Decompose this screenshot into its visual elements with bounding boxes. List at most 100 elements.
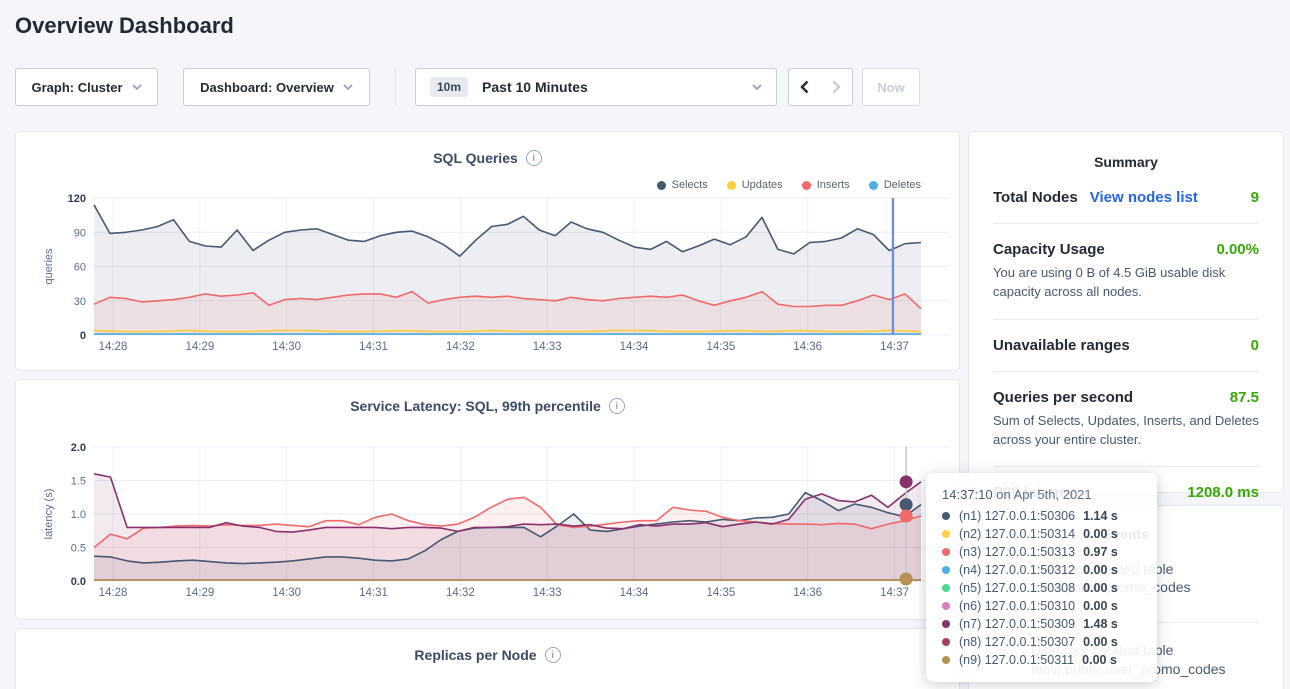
queries-per-second-desc: Sum of Selects, Updates, Inserts, and De…	[993, 406, 1259, 450]
unavailable-ranges-value: 0	[1251, 337, 1259, 354]
svg-text:0.5: 0.5	[71, 543, 86, 555]
dashboard-dropdown-label: Dashboard: Overview	[200, 80, 334, 95]
summary-panel: Summary Total Nodes View nodes list 9 Ca…	[968, 131, 1284, 493]
time-next-button[interactable]	[820, 68, 853, 106]
sql-queries-chart[interactable]: 030609012014:2814:2914:3014:3114:3214:33…	[16, 190, 961, 365]
svg-text:14:32: 14:32	[446, 587, 475, 599]
tooltip-node-row: (n5) 127.0.0.1:50308 0.00 s	[942, 579, 1141, 597]
tooltip-timestamp: 14:37:10 on Apr 5th, 2021	[942, 487, 1141, 507]
time-range-dropdown[interactable]: 10m Past 10 Minutes	[415, 68, 777, 106]
chevron-down-icon	[752, 84, 762, 90]
now-button[interactable]: Now	[862, 68, 920, 106]
tooltip-node-row: (n9) 127.0.0.1:50311 0.00 s	[942, 651, 1141, 669]
node-address: (n7) 127.0.0.1:50309	[959, 617, 1075, 631]
svg-text:14:28: 14:28	[99, 587, 128, 599]
view-nodes-list-link[interactable]: View nodes list	[1090, 189, 1198, 206]
node-address: (n9) 127.0.0.1:50311	[959, 653, 1074, 667]
series-color-dot	[942, 638, 950, 646]
node-address: (n2) 127.0.0.1:50314	[959, 527, 1075, 541]
time-range-badge: 10m	[430, 77, 468, 97]
tooltip-node-row: (n7) 127.0.0.1:503091.48 s	[942, 615, 1141, 633]
node-latency-value: 0.00 s	[1082, 653, 1117, 667]
svg-text:14:34: 14:34	[620, 587, 649, 599]
svg-text:latency (s): latency (s)	[43, 489, 55, 540]
tooltip-node-row: (n3) 127.0.0.1:50313 0.97 s	[942, 543, 1141, 561]
legend-dot	[869, 181, 878, 190]
svg-text:14:30: 14:30	[272, 341, 301, 353]
node-latency-value: 0.00 s	[1083, 635, 1118, 649]
node-latency-value: 0.00 s	[1083, 581, 1118, 595]
legend-dot	[657, 181, 666, 190]
svg-text:0.0: 0.0	[71, 576, 86, 588]
service-latency-chart[interactable]: 0.0 0.5 1.0 1.5 2.0 14:28 14:29 14:30 14:31 14:32…	[16, 435, 961, 615]
chevron-down-icon	[343, 84, 353, 90]
graph-scope-dropdown[interactable]: Graph: Cluster	[15, 68, 158, 106]
tooltip-node-row: (n6) 127.0.0.1:503100.00 s	[942, 597, 1141, 615]
sql-queries-panel: SQL Queries i SelectsUpdatesInsertsDelet…	[15, 131, 960, 371]
service-latency-title: Service Latency: SQL, 99th percentile	[350, 398, 601, 414]
legend-dot	[802, 181, 811, 190]
svg-text:120: 120	[68, 193, 86, 205]
svg-text:14:36: 14:36	[793, 587, 822, 599]
tooltip-node-row: (n4) 127.0.0.1:503120.00 s	[942, 561, 1141, 579]
time-prev-button[interactable]	[788, 68, 821, 106]
svg-text:60: 60	[74, 262, 86, 274]
node-address: (n6) 127.0.0.1:50310	[959, 599, 1075, 613]
series-color-dot	[942, 584, 950, 592]
svg-text:14:33: 14:33	[533, 341, 562, 353]
capacity-usage-label: Capacity Usage	[993, 241, 1105, 258]
svg-text:0: 0	[80, 330, 86, 342]
node-address: (n8) 127.0.0.1:50307	[959, 635, 1075, 649]
svg-text:queries: queries	[43, 248, 55, 285]
info-icon[interactable]: i	[609, 398, 625, 414]
time-range-label: Past 10 Minutes	[482, 79, 588, 95]
svg-text:2.0: 2.0	[71, 442, 86, 454]
unavailable-ranges-label: Unavailable ranges	[993, 337, 1130, 354]
node-address: (n5) 127.0.0.1:50308	[959, 581, 1075, 595]
series-color-dot	[942, 656, 950, 664]
dashboard-dropdown[interactable]: Dashboard: Overview	[183, 68, 370, 106]
node-address: (n4) 127.0.0.1:50312	[959, 563, 1075, 577]
node-address: (n3) 127.0.0.1:50313	[959, 545, 1075, 559]
svg-text:14:29: 14:29	[185, 341, 214, 353]
summary-title: Summary	[969, 132, 1283, 172]
legend-dot	[727, 181, 736, 190]
total-nodes-value: 9	[1251, 189, 1259, 206]
replicas-per-node-title: Replicas per Node	[414, 647, 536, 663]
series-color-dot	[942, 566, 950, 574]
capacity-usage-desc: You are using 0 B of 4.5 GiB usable disk…	[993, 258, 1259, 302]
tooltip-node-row: (n1) 127.0.0.1:50306 1.14 s	[942, 507, 1141, 525]
info-icon[interactable]: i	[545, 647, 561, 663]
total-nodes-label: Total Nodes	[993, 189, 1078, 206]
node-latency-value: 0.00 s	[1083, 527, 1118, 541]
svg-text:14:29: 14:29	[185, 587, 214, 599]
node-address: (n1) 127.0.0.1:50306	[959, 509, 1075, 523]
svg-text:14:32: 14:32	[446, 341, 475, 353]
tooltip-node-row: (n2) 127.0.0.1:50314 0.00 s	[942, 525, 1141, 543]
series-color-dot	[942, 512, 950, 520]
tooltip-node-row: (n8) 127.0.0.1:50307 0.00 s	[942, 633, 1141, 651]
svg-text:14:37: 14:37	[880, 341, 909, 353]
overview-dashboard-page: Overview Dashboard Graph: Cluster Dashbo…	[0, 0, 1290, 689]
svg-text:1.0: 1.0	[71, 509, 86, 521]
capacity-usage-value: 0.00%	[1216, 241, 1259, 258]
series-color-dot	[942, 530, 950, 538]
summary-row-total-nodes: Total Nodes View nodes list 9	[993, 172, 1259, 206]
queries-per-second-label: Queries per second	[993, 389, 1133, 406]
graph-scope-label: Graph: Cluster	[31, 80, 122, 95]
svg-text:14:31: 14:31	[359, 341, 388, 353]
chevron-left-icon	[800, 80, 809, 94]
chart-hover-tooltip: 14:37:10 on Apr 5th, 2021 (n1) 127.0.0.1…	[926, 473, 1157, 682]
info-icon[interactable]: i	[526, 150, 542, 166]
svg-text:14:33: 14:33	[533, 587, 562, 599]
svg-text:30: 30	[74, 296, 86, 308]
svg-text:1.5: 1.5	[71, 476, 86, 488]
node-latency-value: 1.14 s	[1083, 509, 1118, 523]
summary-row-capacity: Capacity Usage 0.00%	[993, 224, 1259, 258]
node-latency-value: 0.97 s	[1083, 545, 1118, 559]
replicas-per-node-panel: Replicas per Node i	[15, 628, 960, 689]
toolbar-divider	[395, 68, 396, 106]
svg-text:14:31: 14:31	[359, 587, 388, 599]
svg-text:14:28: 14:28	[99, 341, 128, 353]
svg-text:14:30: 14:30	[272, 587, 301, 599]
